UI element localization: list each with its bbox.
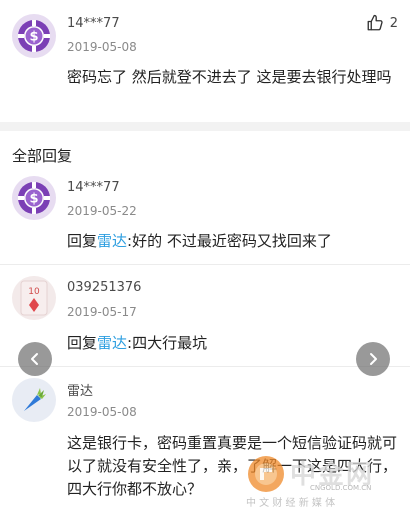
chevron-left-icon [31,353,38,365]
divider [0,264,410,265]
reply-prefix: 回复 [67,232,98,250]
avatar[interactable] [12,378,56,422]
poker-chip-icon: $ [18,182,50,214]
mention-link[interactable]: 雷达 [97,232,127,250]
reply-text: 回复雷达:好的 不过最近密码又找回来了 [67,230,398,253]
section-separator [0,122,410,131]
card-rank: 10 [28,287,40,297]
reply-body: :四大行最坑 [127,334,208,352]
reply-text: 这是银行卡，密码重置真要是一个短信验证码就可以了就没有安全性了，亲，了解一下这是… [67,434,398,498]
next-button[interactable] [356,342,390,376]
reply-date: 2019-05-08 [67,405,137,419]
mention-link[interactable]: 雷达 [97,334,127,352]
reply-username[interactable]: 039251376 [67,280,141,295]
avatar[interactable]: $ [12,176,56,220]
thumbs-up-icon [367,14,383,31]
reply-text: 回复雷达:四大行最坑 [67,332,398,355]
prev-button[interactable] [18,342,52,376]
poker-chip-icon: $ [18,20,50,52]
like-count: 2 [389,15,398,31]
like-button[interactable]: 2 [366,14,398,32]
reply-body: :好的 不过最近密码又找回来了 [127,232,332,250]
section-title: 全部回复 [12,147,73,165]
svg-text:$: $ [29,30,38,45]
comment-username[interactable]: 14***77 [67,16,120,31]
divider [0,366,410,367]
svg-text:$: $ [29,192,38,207]
reply-prefix: 回复 [67,334,98,352]
reply-username[interactable]: 14***77 [67,180,120,195]
avatar[interactable]: $ [12,14,56,58]
reply-date: 2019-05-17 [67,305,137,319]
reply-username[interactable]: 雷达 [67,380,93,399]
comment-date: 2019-05-08 [67,40,137,54]
playing-card-icon: 10 [20,280,48,316]
comment-text: 密码忘了 然后就登不进去了 这是要去银行处理吗 [67,68,392,86]
reply-date: 2019-05-22 [67,204,137,218]
avatar[interactable]: 10 [12,276,56,320]
chevron-right-icon [370,353,377,365]
carrot-icon [24,388,46,411]
